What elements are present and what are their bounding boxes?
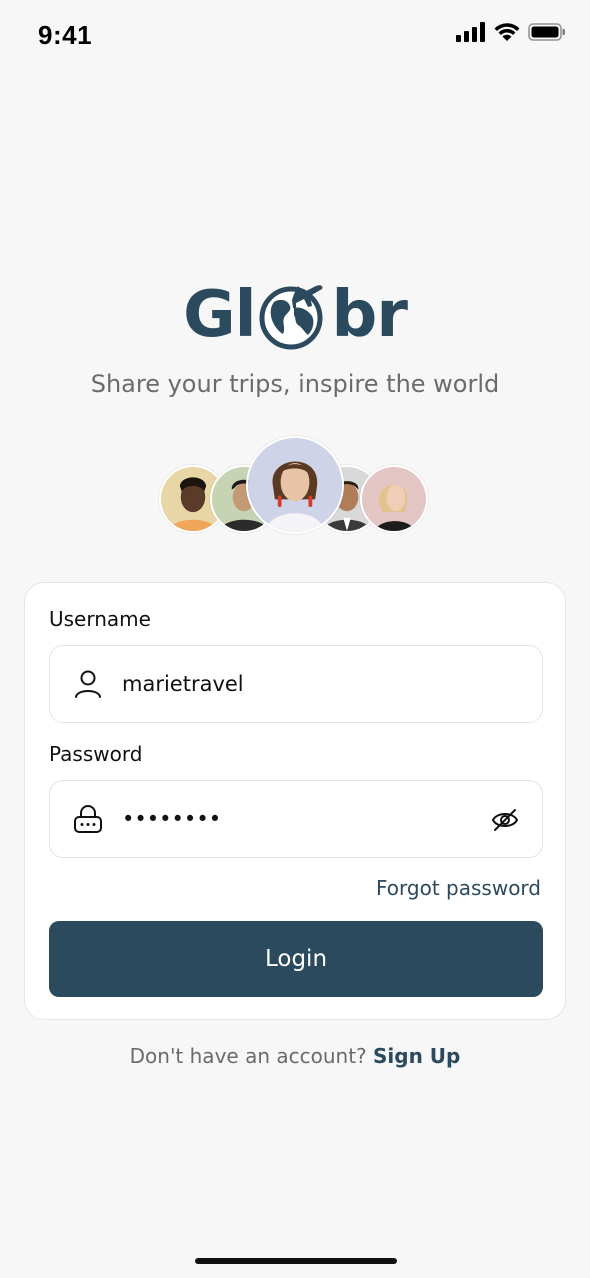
globe-icon <box>256 280 332 350</box>
login-card: Username Password <box>24 582 566 1020</box>
forgot-password-link[interactable]: Forgot password <box>376 876 541 900</box>
signup-link[interactable]: Sign Up <box>373 1044 460 1068</box>
logo-text-left: Gl <box>183 278 256 352</box>
battery-icon <box>528 22 566 42</box>
username-label: Username <box>49 607 151 631</box>
avatar-5 <box>360 465 428 533</box>
status-time: 9:41 <box>38 20 93 50</box>
lock-icon <box>72 803 104 835</box>
username-input[interactable] <box>122 672 462 696</box>
logo-text-right: br <box>331 278 408 352</box>
wifi-icon <box>494 22 520 42</box>
status-icons <box>456 22 566 42</box>
eye-off-icon[interactable] <box>488 803 522 837</box>
login-screen: 9:41 Gl br Share your trips, inspire the… <box>0 0 590 1278</box>
password-field[interactable] <box>49 780 543 858</box>
username-field[interactable] <box>49 645 543 723</box>
signup-row: Don't have an account? Sign Up <box>0 1044 590 1068</box>
avatar-group <box>0 436 590 536</box>
signup-prompt: Don't have an account? <box>129 1044 367 1068</box>
home-indicator <box>195 1258 397 1264</box>
login-button[interactable]: Login <box>49 921 543 997</box>
password-label: Password <box>49 742 143 766</box>
avatar-main <box>246 436 344 534</box>
cellular-signal-icon <box>456 22 486 42</box>
tagline: Share your trips, inspire the world <box>90 370 500 398</box>
app-logo: Gl br <box>0 280 590 350</box>
user-icon <box>72 668 104 700</box>
password-input[interactable] <box>122 807 462 831</box>
